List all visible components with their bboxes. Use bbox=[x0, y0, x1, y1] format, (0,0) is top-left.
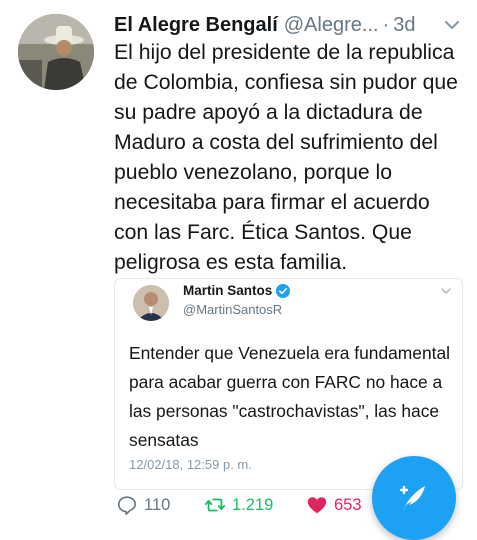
tweet-text: El hijo del presidente de la republica d… bbox=[114, 41, 458, 274]
compose-tweet-button[interactable] bbox=[372, 456, 456, 540]
reply-count: 110 bbox=[144, 495, 171, 514]
quoted-author-handle: @MartinSantosR bbox=[183, 302, 283, 317]
retweet-count: 1.219 bbox=[232, 495, 274, 514]
retweet-icon bbox=[204, 498, 226, 512]
reply-button[interactable]: 110 bbox=[116, 490, 170, 520]
chevron-down-icon[interactable] bbox=[443, 16, 461, 34]
author-handle[interactable]: @Alegre... bbox=[284, 14, 379, 37]
retweet-button[interactable]: 1.219 bbox=[204, 490, 273, 520]
quoted-author-name: Martin Santos bbox=[183, 283, 273, 298]
separator-dot: · bbox=[382, 13, 390, 36]
tweet-timestamp[interactable]: 3d bbox=[393, 14, 415, 37]
tweet-header: El Alegre Bengalí @Alegre... · 3d bbox=[114, 10, 467, 40]
verified-badge-icon bbox=[276, 283, 291, 298]
like-count: 653 bbox=[334, 495, 362, 514]
like-button[interactable]: 653 bbox=[306, 490, 362, 520]
author-avatar[interactable] bbox=[18, 14, 94, 90]
quoted-tweet-text: Entender que Venezuela era fundamental p… bbox=[129, 343, 451, 450]
quoted-author-name-row: Martin Santos bbox=[183, 283, 291, 298]
heart-icon bbox=[307, 497, 327, 514]
quoted-author-avatar bbox=[133, 285, 169, 321]
compose-tweet-icon bbox=[399, 485, 425, 511]
quoted-tweet-date: 12/02/18, 12:59 p. m. bbox=[129, 457, 252, 472]
author-name[interactable]: El Alegre Bengalí bbox=[114, 14, 278, 37]
quoted-chevron-down-icon bbox=[441, 288, 451, 294]
reply-icon bbox=[117, 496, 137, 515]
